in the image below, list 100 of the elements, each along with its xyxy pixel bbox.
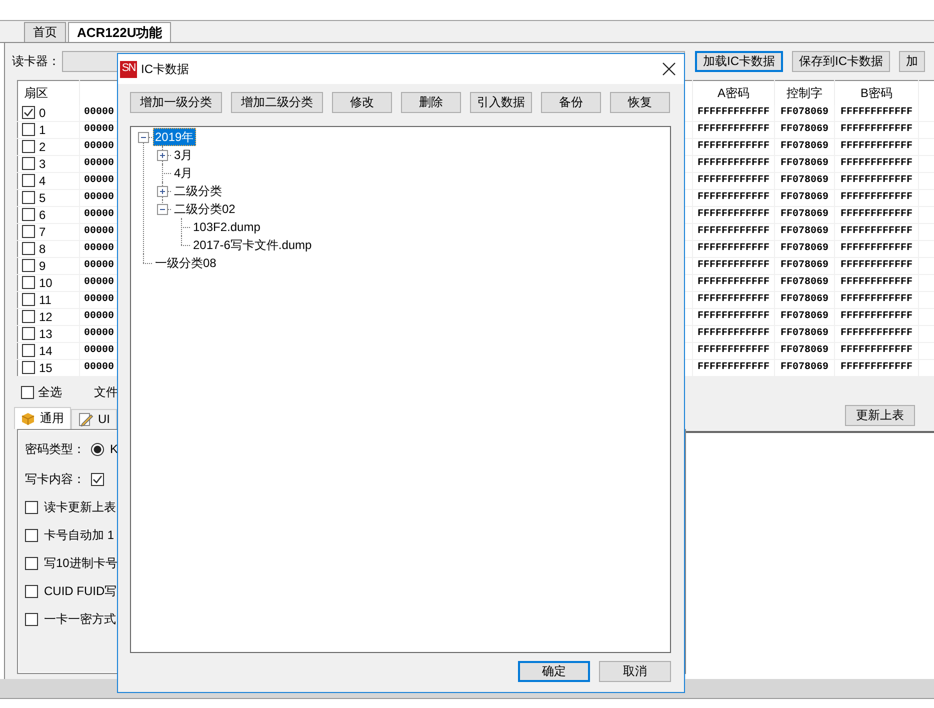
column-header: B密码: [834, 80, 918, 104]
table-cell: FFFFFFFFFFFF: [834, 172, 918, 190]
checkbox[interactable]: [22, 242, 35, 256]
table-cell: FF078069: [774, 122, 834, 138]
tab[interactable]: 首页: [24, 22, 66, 42]
checkbox[interactable]: [25, 500, 38, 514]
checkbox[interactable]: [91, 472, 104, 486]
checkbox[interactable]: [22, 208, 35, 222]
button[interactable]: 恢复: [610, 92, 670, 113]
checkbox[interactable]: [22, 327, 35, 340]
dialog-title: IC卡数据: [141, 62, 190, 76]
checkbox[interactable]: [22, 344, 35, 358]
table-cell: FFFFFFFFFFFF: [834, 240, 918, 258]
checkbox[interactable]: [22, 123, 35, 136]
button[interactable]: 加载IC卡数据: [695, 51, 783, 72]
sector-number: 14: [39, 344, 52, 358]
table-cell: FF078069: [774, 156, 834, 172]
sector-number: 10: [39, 276, 52, 290]
button[interactable]: 保存到IC卡数据: [792, 51, 890, 72]
checkbox[interactable]: [22, 276, 35, 290]
table-cell: FFFFFFFFFFFF: [692, 360, 774, 376]
table-cell: FFFFFFFFFFFF: [834, 308, 918, 326]
tab[interactable]: 通用: [14, 407, 71, 429]
table-cell: FFFFFFFFFFFF: [692, 156, 774, 172]
expand-icon[interactable]: [157, 186, 168, 197]
checkbox[interactable]: [22, 174, 35, 188]
radio-button[interactable]: [91, 442, 104, 456]
checkbox[interactable]: [22, 225, 35, 238]
sector-number: 15: [39, 360, 52, 376]
sector-number: 3: [39, 156, 46, 172]
table-cell: FFFFFFFFFFFF: [692, 104, 774, 122]
table-cell: FFFFFFFFFFFF: [692, 172, 774, 190]
sector-number: 4: [39, 174, 46, 188]
table-cell: FFFFFFFFFFFF: [834, 224, 918, 240]
table-cell: FFFFFFFFFFFF: [692, 240, 774, 258]
sector-number: 12: [39, 310, 52, 324]
field-label: 读卡器：: [12, 54, 60, 69]
table-cell: FF078069: [774, 308, 834, 326]
table-cell: FF078069: [774, 342, 834, 360]
table-cell: FFFFFFFFFFFF: [834, 122, 918, 138]
tree-item[interactable]: 3月: [172, 146, 195, 164]
button[interactable]: 修改: [332, 92, 392, 113]
field-label: 密码类型：: [25, 442, 85, 456]
checkbox[interactable]: [22, 106, 35, 120]
table-cell: FFFFFFFFFFFF: [834, 138, 918, 156]
button[interactable]: 确定: [518, 661, 590, 682]
table-cell: FF078069: [774, 292, 834, 308]
checkbox[interactable]: [25, 556, 38, 570]
checkbox[interactable]: [21, 386, 34, 398]
button[interactable]: 引入数据: [470, 92, 532, 113]
pencil-page-icon: [78, 412, 93, 427]
tree-item[interactable]: 4月: [172, 164, 195, 182]
collapse-icon[interactable]: [138, 132, 149, 143]
button[interactable]: 备份: [541, 92, 601, 113]
checkbox[interactable]: [22, 361, 35, 374]
checkbox[interactable]: [25, 528, 38, 542]
button[interactable]: 取消: [599, 661, 671, 682]
table-cell: FFFFFFFFFFFF: [692, 224, 774, 240]
table-cell: FFFFFFFFFFFF: [834, 258, 918, 274]
table-cell: FFFFFFFFFFFF: [834, 190, 918, 206]
checkbox-label: 卡号自动加 1: [44, 528, 114, 542]
table-cell: FFFFFFFFFFFF: [834, 206, 918, 224]
table-cell: FF078069: [774, 274, 834, 292]
checkbox[interactable]: [22, 157, 35, 170]
table-cell: FFFFFFFFFFFF: [692, 138, 774, 156]
sector-number: 11: [39, 292, 52, 308]
checkbox-label: 一卡一密方式: [44, 612, 116, 626]
checkbox-label: 读卡更新上表: [44, 500, 116, 514]
field-label: 写卡内容：: [25, 472, 85, 486]
sector-number: 6: [39, 208, 46, 222]
button[interactable]: 增加二级分类: [231, 92, 323, 113]
table-cell: FF078069: [774, 326, 834, 342]
checkbox[interactable]: [22, 293, 35, 306]
checkbox[interactable]: [25, 612, 38, 626]
tree-item[interactable]: 2019年: [153, 128, 196, 146]
checkbox[interactable]: [22, 191, 35, 204]
checkbox-label: 全选: [38, 384, 62, 400]
button[interactable]: 增加一级分类: [130, 92, 222, 113]
tab[interactable]: ACR122U功能: [68, 22, 172, 42]
checkbox[interactable]: [25, 584, 38, 598]
table-cell: FFFFFFFFFFFF: [692, 258, 774, 274]
collapse-icon[interactable]: [157, 204, 168, 215]
button[interactable]: 加: [899, 51, 925, 72]
checkbox[interactable]: [22, 140, 35, 154]
box-icon: [21, 412, 35, 426]
expand-icon[interactable]: [157, 150, 168, 161]
table-cell: FFFFFFFFFFFF: [692, 292, 774, 308]
sector-number: 1: [39, 122, 46, 138]
checkbox[interactable]: [22, 259, 35, 272]
table-cell: FFFFFFFFFFFF: [692, 190, 774, 206]
button[interactable]: 删除: [401, 92, 461, 113]
checkbox[interactable]: [22, 310, 35, 324]
close-icon[interactable]: [662, 62, 676, 76]
table-cell: FFFFFFFFFFFF: [834, 342, 918, 360]
sector-number: 13: [39, 326, 52, 342]
tab[interactable]: UI: [71, 409, 117, 429]
field-label: 文件: [94, 384, 118, 400]
button[interactable]: 更新上表: [845, 405, 915, 426]
table-cell: FFFFFFFFFFFF: [834, 274, 918, 292]
sector-number: 0: [39, 106, 46, 120]
